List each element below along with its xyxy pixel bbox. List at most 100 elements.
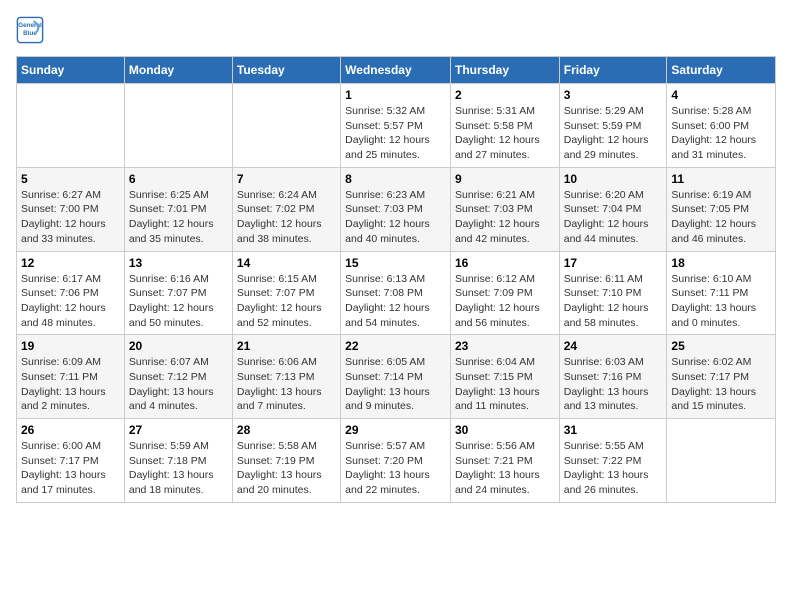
day-number: 14 xyxy=(237,256,336,270)
logo-icon: General Blue xyxy=(16,16,44,44)
calendar-cell: 20Sunrise: 6:07 AM Sunset: 7:12 PM Dayli… xyxy=(124,335,232,419)
day-number: 2 xyxy=(455,88,555,102)
day-info: Sunrise: 6:00 AM Sunset: 7:17 PM Dayligh… xyxy=(21,439,120,498)
day-number: 10 xyxy=(564,172,663,186)
day-number: 15 xyxy=(345,256,446,270)
weekday-header-friday: Friday xyxy=(559,57,667,84)
day-number: 27 xyxy=(129,423,228,437)
day-number: 1 xyxy=(345,88,446,102)
day-info: Sunrise: 5:58 AM Sunset: 7:19 PM Dayligh… xyxy=(237,439,336,498)
day-info: Sunrise: 6:07 AM Sunset: 7:12 PM Dayligh… xyxy=(129,355,228,414)
day-info: Sunrise: 6:11 AM Sunset: 7:10 PM Dayligh… xyxy=(564,272,663,331)
calendar-cell: 13 Sunrise: 6:16 AM Sunset: 7:07 PM Dayli… xyxy=(124,251,232,335)
day-info: Sunrise: 6:20 AM Sunset: 7:04 PM Dayligh… xyxy=(564,188,663,247)
day-info: Sunrise: 5:32 AM Sunset: 5:57 PM Dayligh… xyxy=(345,104,446,163)
calendar-cell: 25Sunrise: 6:02 AM Sunset: 7:17 PM Dayli… xyxy=(667,335,776,419)
day-number: 11 xyxy=(671,172,771,186)
weekday-header-wednesday: Wednesday xyxy=(341,57,451,84)
day-info: Sunrise: 6:06 AM Sunset: 7:13 PM Dayligh… xyxy=(237,355,336,414)
calendar-cell: 21 Sunrise: 6:06 AM Sunset: 7:13 PM Dayli… xyxy=(232,335,340,419)
calendar-cell xyxy=(124,84,232,168)
calendar-cell xyxy=(17,84,125,168)
day-info: Sunrise: 6:05 AM Sunset: 7:14 PM Dayligh… xyxy=(345,355,446,414)
calendar-cell: 6Sunrise: 6:25 AM Sunset: 7:01 PM Daylig… xyxy=(124,167,232,251)
calendar-cell: 29Sunrise: 5:57 AM Sunset: 7:20 PM Dayli… xyxy=(341,419,451,503)
day-number: 4 xyxy=(671,88,771,102)
day-info: Sunrise: 6:10 AM Sunset: 7:11 PM Dayligh… xyxy=(671,272,771,331)
calendar-cell xyxy=(232,84,340,168)
day-number: 22 xyxy=(345,339,446,353)
day-info: Sunrise: 6:04 AM Sunset: 7:15 PM Dayligh… xyxy=(455,355,555,414)
day-number: 28 xyxy=(237,423,336,437)
day-number: 8 xyxy=(345,172,446,186)
day-info: Sunrise: 6:24 AM Sunset: 7:02 PM Dayligh… xyxy=(237,188,336,247)
day-number: 26 xyxy=(21,423,120,437)
weekday-header-sunday: Sunday xyxy=(17,57,125,84)
day-info: Sunrise: 6:09 AM Sunset: 7:11 PM Dayligh… xyxy=(21,355,120,414)
weekday-header-thursday: Thursday xyxy=(450,57,559,84)
weekday-header-saturday: Saturday xyxy=(667,57,776,84)
day-number: 12 xyxy=(21,256,120,270)
logo: General Blue xyxy=(16,16,48,44)
svg-text:Blue: Blue xyxy=(23,30,37,37)
day-number: 18 xyxy=(671,256,771,270)
day-info: Sunrise: 5:55 AM Sunset: 7:22 PM Dayligh… xyxy=(564,439,663,498)
day-number: 5 xyxy=(21,172,120,186)
day-number: 30 xyxy=(455,423,555,437)
calendar-cell: 16 Sunrise: 6:12 AM Sunset: 7:09 PM Dayli… xyxy=(450,251,559,335)
weekday-header-monday: Monday xyxy=(124,57,232,84)
day-info: Sunrise: 6:12 AM Sunset: 7:09 PM Dayligh… xyxy=(455,272,555,331)
calendar-cell: 9 Sunrise: 6:21 AM Sunset: 7:03 PM Daylig… xyxy=(450,167,559,251)
calendar-cell: 4 Sunrise: 5:28 AM Sunset: 6:00 PM Daylig… xyxy=(667,84,776,168)
calendar-cell: 17Sunrise: 6:11 AM Sunset: 7:10 PM Dayli… xyxy=(559,251,667,335)
calendar-cell: 23 Sunrise: 6:04 AM Sunset: 7:15 PM Dayli… xyxy=(450,335,559,419)
day-number: 29 xyxy=(345,423,446,437)
day-info: Sunrise: 6:17 AM Sunset: 7:06 PM Dayligh… xyxy=(21,272,120,331)
weekday-header-tuesday: Tuesday xyxy=(232,57,340,84)
day-info: Sunrise: 5:29 AM Sunset: 5:59 PM Dayligh… xyxy=(564,104,663,163)
calendar-table: SundayMondayTuesdayWednesdayThursdayFrid… xyxy=(16,56,776,503)
day-info: Sunrise: 6:19 AM Sunset: 7:05 PM Dayligh… xyxy=(671,188,771,247)
calendar-cell: 19 Sunrise: 6:09 AM Sunset: 7:11 PM Dayli… xyxy=(17,335,125,419)
day-number: 7 xyxy=(237,172,336,186)
calendar-cell: 12 Sunrise: 6:17 AM Sunset: 7:06 PM Dayli… xyxy=(17,251,125,335)
day-info: Sunrise: 6:23 AM Sunset: 7:03 PM Dayligh… xyxy=(345,188,446,247)
day-number: 24 xyxy=(564,339,663,353)
calendar-cell: 11 Sunrise: 6:19 AM Sunset: 7:05 PM Dayli… xyxy=(667,167,776,251)
calendar-cell: 7 Sunrise: 6:24 AM Sunset: 7:02 PM Daylig… xyxy=(232,167,340,251)
calendar-cell: 10 Sunrise: 6:20 AM Sunset: 7:04 PM Dayli… xyxy=(559,167,667,251)
calendar-cell: 22 Sunrise: 6:05 AM Sunset: 7:14 PM Dayli… xyxy=(341,335,451,419)
day-info: Sunrise: 5:56 AM Sunset: 7:21 PM Dayligh… xyxy=(455,439,555,498)
day-info: Sunrise: 6:03 AM Sunset: 7:16 PM Dayligh… xyxy=(564,355,663,414)
day-info: Sunrise: 6:25 AM Sunset: 7:01 PM Dayligh… xyxy=(129,188,228,247)
day-info: Sunrise: 6:13 AM Sunset: 7:08 PM Dayligh… xyxy=(345,272,446,331)
day-number: 21 xyxy=(237,339,336,353)
calendar-cell: 18 Sunrise: 6:10 AM Sunset: 7:11 PM Dayli… xyxy=(667,251,776,335)
day-info: Sunrise: 6:15 AM Sunset: 7:07 PM Dayligh… xyxy=(237,272,336,331)
day-info: Sunrise: 5:31 AM Sunset: 5:58 PM Dayligh… xyxy=(455,104,555,163)
day-number: 19 xyxy=(21,339,120,353)
day-number: 13 xyxy=(129,256,228,270)
calendar-cell: 1 Sunrise: 5:32 AM Sunset: 5:57 PM Daylig… xyxy=(341,84,451,168)
calendar-cell: 28 Sunrise: 5:58 AM Sunset: 7:19 PM Dayli… xyxy=(232,419,340,503)
calendar-cell: 5 Sunrise: 6:27 AM Sunset: 7:00 PM Daylig… xyxy=(17,167,125,251)
day-number: 3 xyxy=(564,88,663,102)
calendar-cell: 31Sunrise: 5:55 AM Sunset: 7:22 PM Dayli… xyxy=(559,419,667,503)
calendar-cell: 26 Sunrise: 6:00 AM Sunset: 7:17 PM Dayli… xyxy=(17,419,125,503)
day-info: Sunrise: 5:28 AM Sunset: 6:00 PM Dayligh… xyxy=(671,104,771,163)
day-number: 9 xyxy=(455,172,555,186)
calendar-cell: 15 Sunrise: 6:13 AM Sunset: 7:08 PM Dayli… xyxy=(341,251,451,335)
calendar-cell: 14 Sunrise: 6:15 AM Sunset: 7:07 PM Dayli… xyxy=(232,251,340,335)
calendar-cell: 2 Sunrise: 5:31 AM Sunset: 5:58 PM Daylig… xyxy=(450,84,559,168)
day-info: Sunrise: 6:16 AM Sunset: 7:07 PM Dayligh… xyxy=(129,272,228,331)
day-info: Sunrise: 5:59 AM Sunset: 7:18 PM Dayligh… xyxy=(129,439,228,498)
calendar-cell: 30 Sunrise: 5:56 AM Sunset: 7:21 PM Dayli… xyxy=(450,419,559,503)
day-number: 23 xyxy=(455,339,555,353)
calendar-cell xyxy=(667,419,776,503)
calendar-cell: 27 Sunrise: 5:59 AM Sunset: 7:18 PM Dayli… xyxy=(124,419,232,503)
day-number: 16 xyxy=(455,256,555,270)
day-info: Sunrise: 6:21 AM Sunset: 7:03 PM Dayligh… xyxy=(455,188,555,247)
calendar-cell: 3 Sunrise: 5:29 AM Sunset: 5:59 PM Daylig… xyxy=(559,84,667,168)
calendar-cell: 8 Sunrise: 6:23 AM Sunset: 7:03 PM Daylig… xyxy=(341,167,451,251)
day-info: Sunrise: 6:27 AM Sunset: 7:00 PM Dayligh… xyxy=(21,188,120,247)
